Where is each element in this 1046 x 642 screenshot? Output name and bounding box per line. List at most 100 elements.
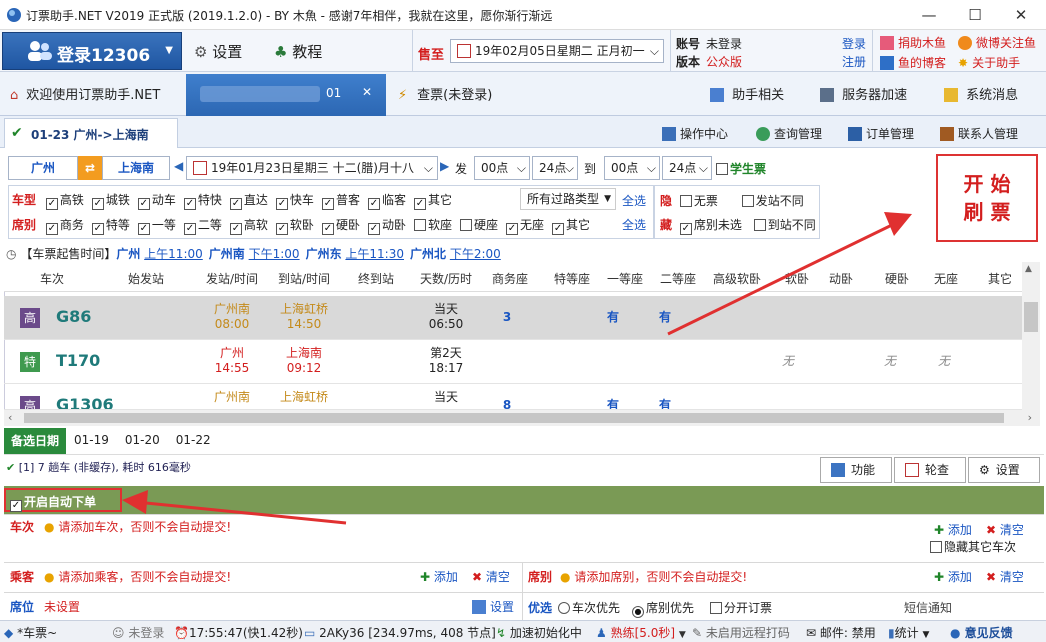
pass-type-select[interactable]: 所有过路类型 ▼ (520, 188, 616, 210)
vertical-scrollbar[interactable]: ▲ (1022, 262, 1040, 410)
tab-welcome[interactable]: ⌂ 欢迎使用订票助手.NET (10, 84, 160, 103)
auto-order-checkbox[interactable]: ✓ 开启自动下单 (4, 488, 122, 512)
depart-to-select[interactable]: 24点 ⌵ (532, 156, 578, 180)
prev-date-icon[interactable]: ◀ (174, 159, 183, 173)
arrive-from-select[interactable]: 00点 ⌵ (604, 156, 660, 180)
tab-active-account[interactable]: 01 ✕ (186, 74, 386, 116)
swap-stations-icon[interactable]: ⇄ (78, 156, 102, 180)
travel-date-select[interactable]: 19年01月23日星期三 十二(腊)月十八 ⌵ (186, 156, 438, 180)
table-row[interactable]: 高 G1306 广州南 上海虹桥 当天 8 有有 (4, 384, 1022, 410)
checkbox-box[interactable]: ✓ (506, 223, 518, 235)
checkbox-box[interactable] (710, 602, 722, 614)
checkbox-box[interactable] (716, 163, 728, 175)
checkbox-box[interactable]: ✓ (275, 223, 288, 235)
second-class-seat[interactable]: 有 (640, 310, 690, 325)
diff-station-checkbox[interactable]: 发站不同 (741, 194, 804, 208)
minimize-button[interactable]: — (914, 4, 944, 26)
checkbox-box[interactable]: ✓ (321, 198, 334, 210)
seat-type-checkbox[interactable]: ✓ 软卧 (275, 218, 314, 235)
split-order-checkbox[interactable]: 分开订票 (710, 599, 772, 616)
next-date-icon[interactable]: ▶ (440, 159, 449, 173)
settings-menu[interactable]: ⚙ 设置 (194, 41, 242, 62)
status-feedback[interactable]: ● 意见反馈 (950, 624, 1013, 641)
checkbox-box[interactable]: ✓ (91, 223, 104, 235)
function-button[interactable]: 功能 (820, 457, 892, 483)
sale-date-select[interactable]: 19年02月05日星期二 正月初一 ⌵ (450, 39, 664, 63)
checkbox-box[interactable]: ✓ (137, 223, 150, 235)
donate-link[interactable]: 捐助木鱼 (880, 34, 946, 51)
grid-column-header[interactable]: 特等座 (544, 270, 600, 287)
seat-type-checkbox[interactable]: ✓ 高软 (229, 218, 268, 235)
checkbox-box[interactable]: ✓ (91, 198, 104, 210)
checkbox-box[interactable]: ✓ (321, 223, 334, 235)
contact-mgr-button[interactable]: 联系人管理 (940, 125, 1018, 142)
sale-time[interactable]: 下午2:00 (450, 247, 501, 261)
checkbox-box[interactable]: ✓ (183, 198, 196, 210)
checkbox-box[interactable]: ✓ (229, 223, 242, 235)
about-link[interactable]: ✸ 关于助手 (958, 54, 1020, 71)
seat-type-checkbox[interactable]: ✓ 一等 (137, 218, 176, 235)
checkbox-box[interactable]: ✓ (45, 198, 58, 210)
grid-column-header[interactable]: 其它 (982, 270, 1018, 287)
status-init[interactable]: ↯ 加速初始化中 (496, 624, 582, 641)
checkbox-box[interactable] (753, 219, 766, 231)
train-type-checkbox[interactable]: ✓ 城铁 (91, 193, 130, 210)
seat-first-radio[interactable]: ● 席别优先 (632, 599, 694, 618)
login-button[interactable]: 登录12306 ▼ (2, 32, 182, 70)
checkbox-box[interactable] (459, 219, 472, 231)
sale-time[interactable]: 上午11:30 (345, 247, 404, 261)
checkbox-box[interactable]: ✓ (10, 500, 22, 512)
register-link[interactable]: 注册 (842, 53, 866, 70)
grid-column-header[interactable]: 动卧 (822, 270, 860, 287)
seat-clear-button[interactable]: ✖ 清空 (986, 568, 1024, 585)
checkbox-box[interactable]: ✓ (679, 223, 692, 235)
seat-type-checkbox[interactable]: ✓ 硬卧 (321, 218, 360, 235)
type-select-all[interactable]: 全选 (622, 192, 646, 209)
horizontal-scrollbar[interactable]: ‹ › (4, 410, 1040, 426)
grid-column-header[interactable]: 天数/历时 (414, 270, 478, 287)
train-type-checkbox[interactable]: ✓ 普客 (321, 193, 360, 210)
alt-date-item[interactable]: 01-20 (125, 433, 160, 447)
status-remote[interactable]: ✎ 未启用远程打码 (692, 624, 790, 641)
checkbox-box[interactable]: ✓ (367, 223, 380, 235)
ops-center-button[interactable]: 操作中心 (662, 125, 728, 142)
sms-notice[interactable]: 短信通知 (904, 599, 952, 616)
seat-type-checkbox[interactable]: 硬座 (459, 218, 498, 232)
radio-circle[interactable]: ● (632, 606, 644, 618)
student-checkbox[interactable]: 学生票 (716, 160, 766, 177)
checkbox-box[interactable] (741, 195, 754, 207)
table-row[interactable]: 高 G86 广州南 08:00 上海虹桥 14:50 当天 06:50 3 有有 (4, 296, 1022, 340)
table-row[interactable]: 特 T170 广州 14:55 上海南 09:12 第2天 18:17 无无无 (4, 340, 1022, 384)
grid-column-header[interactable]: 二等座 (652, 270, 704, 287)
arrive-to-select[interactable]: 24点 ⌵ (662, 156, 712, 180)
position-set-button[interactable]: 设置 (472, 598, 514, 615)
seat-type-checkbox[interactable]: ✓ 动卧 (367, 218, 406, 235)
checkbox-box[interactable] (679, 195, 692, 207)
checkbox-box[interactable]: ✓ (183, 223, 196, 235)
scroll-left-icon[interactable]: ‹ (8, 411, 12, 424)
train-type-checkbox[interactable]: ✓ 临客 (367, 193, 406, 210)
status-time[interactable]: ⏰17:55:47(快1.42秒) (174, 624, 303, 641)
seat-unselected-checkbox[interactable]: ✓ 席别未选 (679, 218, 742, 235)
to-station-input[interactable]: 上海南 (102, 156, 170, 180)
scroll-up-icon[interactable]: ▲ (1025, 264, 1032, 274)
standing-seat[interactable]: 无 (924, 354, 964, 369)
scroll-right-icon[interactable]: › (1028, 411, 1032, 424)
depart-from-select[interactable]: 00点 ⌵ (474, 156, 530, 180)
weibo-link[interactable]: 微博关注鱼 (958, 34, 1036, 51)
alt-date-item[interactable]: 01-19 (74, 433, 109, 447)
status-stats[interactable]: ▮统计 ▼ (888, 624, 929, 641)
radio-circle[interactable] (558, 602, 570, 614)
train-number[interactable]: G1306 (56, 395, 114, 409)
train-number[interactable]: T170 (56, 351, 100, 370)
rotate-query-button[interactable]: 轮查 (894, 457, 966, 483)
query-mgr-button[interactable]: 查询管理 (756, 125, 822, 142)
seat-add-button[interactable]: ✚ 添加 (934, 568, 972, 585)
business-seat[interactable]: 3 (482, 310, 532, 325)
checkbox-box[interactable]: ✓ (229, 198, 242, 210)
blog-link[interactable]: 鱼的博客 (880, 54, 946, 71)
hide-other-checkbox[interactable]: 隐藏其它车次 (930, 538, 1016, 555)
train-type-checkbox[interactable]: ✓ 直达 (229, 193, 268, 210)
checkbox-box[interactable] (930, 541, 942, 553)
checkbox-box[interactable]: ✓ (413, 198, 426, 210)
